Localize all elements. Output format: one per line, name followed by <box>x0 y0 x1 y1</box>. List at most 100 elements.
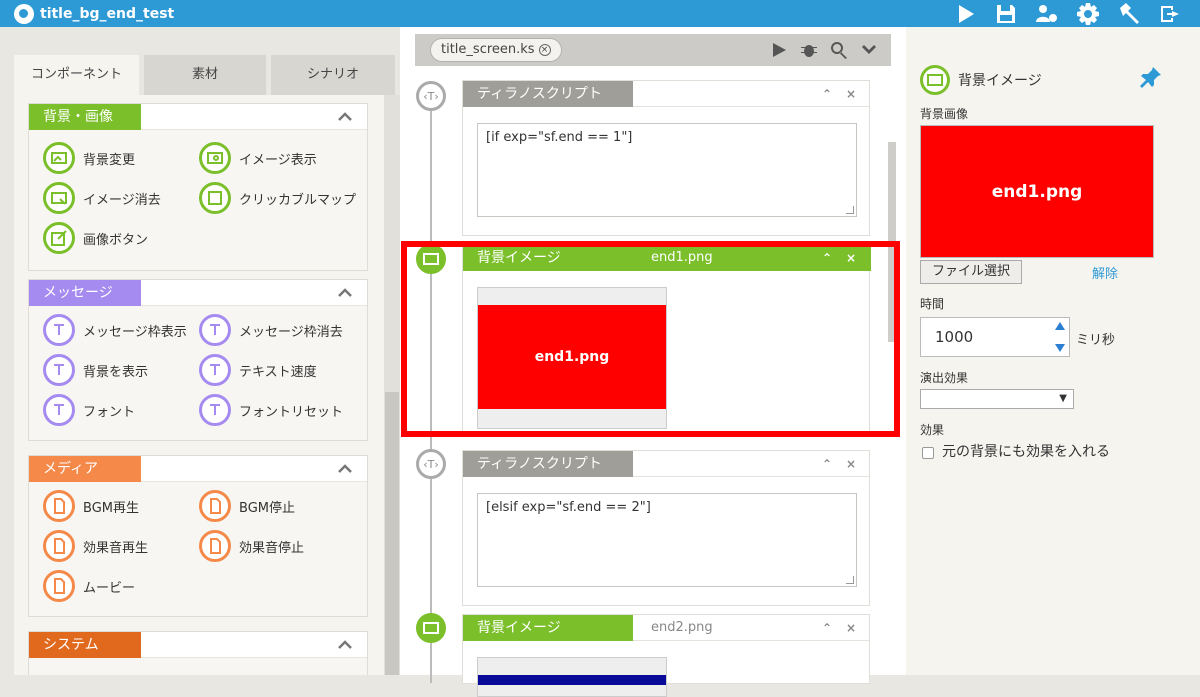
time-stepper[interactable]: 1000 <box>920 317 1070 357</box>
increment-icon[interactable] <box>1055 322 1065 330</box>
component-item[interactable]: フォントリセット <box>199 394 343 426</box>
message-window-hide-icon <box>199 314 231 346</box>
section-message: メッセージ メッセージ枠表示 メッセージ枠消去 背景を表示 テキスト速度 フォン… <box>28 279 368 441</box>
image-show-icon <box>199 142 231 174</box>
script-text: [elsif exp="sf.end == 2"] <box>486 500 651 515</box>
chevron-up-icon[interactable] <box>337 637 353 653</box>
component-item[interactable]: 効果音再生 <box>43 530 148 562</box>
file-select-button[interactable]: ファイル選択 <box>920 260 1022 284</box>
bg-image-card[interactable]: 背景イメージ end2.png ⌃ × <box>462 614 870 697</box>
save-icon[interactable] <box>985 0 1026 27</box>
pin-icon[interactable] <box>1139 65 1163 89</box>
component-item[interactable]: クリッカブルマップ <box>199 182 356 214</box>
component-label: 効果音停止 <box>239 540 305 556</box>
clear-link[interactable]: 解除 <box>1092 263 1118 282</box>
toolbar <box>944 0 1190 27</box>
export-icon[interactable] <box>1149 0 1190 27</box>
time-label: 時間 <box>920 297 945 311</box>
effect-select[interactable]: ▼ <box>920 389 1074 409</box>
close-icon[interactable]: × <box>845 88 857 100</box>
file-tools <box>769 40 879 60</box>
bug-icon[interactable] <box>799 40 819 60</box>
scrollbar[interactable] <box>384 95 400 675</box>
close-icon[interactable]: × <box>538 44 551 56</box>
app-title: title_bg_end_test <box>40 5 175 22</box>
chevron-down-icon[interactable] <box>859 40 879 60</box>
component-item[interactable]: ムービー <box>43 570 135 602</box>
properties-header: 背景イメージ <box>920 65 1042 95</box>
component-label: テキスト速度 <box>239 364 317 380</box>
section-header[interactable]: システム <box>29 632 367 658</box>
movie-icon <box>43 570 75 602</box>
chevron-up-icon[interactable] <box>337 461 353 477</box>
component-panel: コンポーネント 素材 シナリオ 背景・画像 背景変更 イメージ表示 イメージ消去 <box>14 55 400 675</box>
properties-panel: 背景イメージ 背景画像 end1.png ファイル選択 解除 時間 1000 ミ… <box>906 27 1200 675</box>
section-header[interactable]: 背景・画像 <box>29 104 367 130</box>
font-reset-icon <box>199 394 231 426</box>
component-label: BGM停止 <box>239 500 295 516</box>
script-text: [if exp="sf.end == 1"] <box>486 130 633 145</box>
decrement-icon[interactable] <box>1055 344 1065 352</box>
text-speed-icon <box>199 354 231 386</box>
time-unit: ミリ秒 <box>1076 333 1116 348</box>
collapse-icon[interactable]: ⌃ <box>821 458 833 470</box>
section-header[interactable]: メッセージ <box>29 280 367 306</box>
component-label: フォント <box>83 404 136 420</box>
tab-scenario[interactable]: シナリオ <box>271 55 395 95</box>
component-item[interactable]: 背景を表示 <box>43 354 148 386</box>
chevron-up-icon[interactable] <box>337 109 353 125</box>
selection-highlight <box>401 241 900 437</box>
tab-materials[interactable]: 素材 <box>144 55 266 95</box>
show-bg-icon <box>43 354 75 386</box>
collapse-icon[interactable]: ⌃ <box>821 622 833 634</box>
chevron-up-icon[interactable] <box>337 285 353 301</box>
image-remove-icon <box>43 182 75 214</box>
scroll-thumb[interactable] <box>385 392 399 675</box>
script-card[interactable]: ティラノスクリプト ⌃ × [elsif exp="sf.end == 2"] <box>462 450 870 606</box>
component-item[interactable]: BGM停止 <box>199 490 295 522</box>
component-item[interactable]: メッセージ枠消去 <box>199 314 343 346</box>
apply-effect-checkbox[interactable] <box>922 447 934 459</box>
play-icon[interactable] <box>769 40 789 60</box>
card-header: ティラノスクリプト ⌃ × <box>463 451 869 477</box>
tab-components[interactable]: コンポーネント <box>14 55 139 95</box>
time-value: 1000 <box>935 328 974 346</box>
component-item[interactable]: テキスト速度 <box>199 354 317 386</box>
file-tab[interactable]: title_screen.ks × <box>430 38 562 62</box>
script-textarea[interactable]: [elsif exp="sf.end == 2"] <box>477 493 857 587</box>
component-item[interactable]: 背景変更 <box>43 142 135 174</box>
script-textarea[interactable]: [if exp="sf.end == 1"] <box>477 123 857 217</box>
resize-grip[interactable] <box>846 576 854 584</box>
people-gear-icon[interactable] <box>1026 0 1067 27</box>
component-item[interactable]: イメージ表示 <box>199 142 317 174</box>
section-bg-image: 背景・画像 背景変更 イメージ表示 イメージ消去 クリッカブルマップ 画像ボタン <box>28 103 368 271</box>
script-card[interactable]: ティラノスクリプト ⌃ × [if exp="sf.end == 1"] <box>462 80 870 236</box>
se-stop-icon <box>199 530 231 562</box>
gear-icon[interactable] <box>1067 0 1108 27</box>
section-header[interactable]: メディア <box>29 456 367 482</box>
dropdown-arrow-icon: ▼ <box>1059 393 1067 404</box>
component-item[interactable]: フォント <box>43 394 135 426</box>
file-tab-label: title_screen.ks <box>441 42 535 57</box>
resize-grip[interactable] <box>846 206 854 214</box>
image-button-icon <box>43 222 75 254</box>
collapse-icon[interactable]: ⌃ <box>821 88 833 100</box>
card-header: ティラノスクリプト ⌃ × <box>463 81 869 107</box>
section-title: システム <box>29 632 141 658</box>
component-item[interactable]: 効果音停止 <box>199 530 304 562</box>
hammer-icon[interactable] <box>1108 0 1149 27</box>
close-icon[interactable]: × <box>845 458 857 470</box>
play-icon[interactable] <box>944 0 985 27</box>
component-item[interactable]: 画像ボタン <box>43 222 148 254</box>
card-file: end2.png <box>651 620 713 635</box>
close-icon[interactable]: × <box>845 622 857 634</box>
search-icon[interactable] <box>829 40 849 60</box>
bgm-stop-icon <box>199 490 231 522</box>
component-item[interactable]: メッセージ枠表示 <box>43 314 187 346</box>
card-title: ティラノスクリプト <box>463 81 633 107</box>
component-item[interactable]: イメージ消去 <box>43 182 161 214</box>
message-window-show-icon <box>43 314 75 346</box>
component-item[interactable]: BGM再生 <box>43 490 139 522</box>
component-label: メッセージ枠表示 <box>83 324 187 340</box>
component-label: 背景を表示 <box>83 364 149 380</box>
